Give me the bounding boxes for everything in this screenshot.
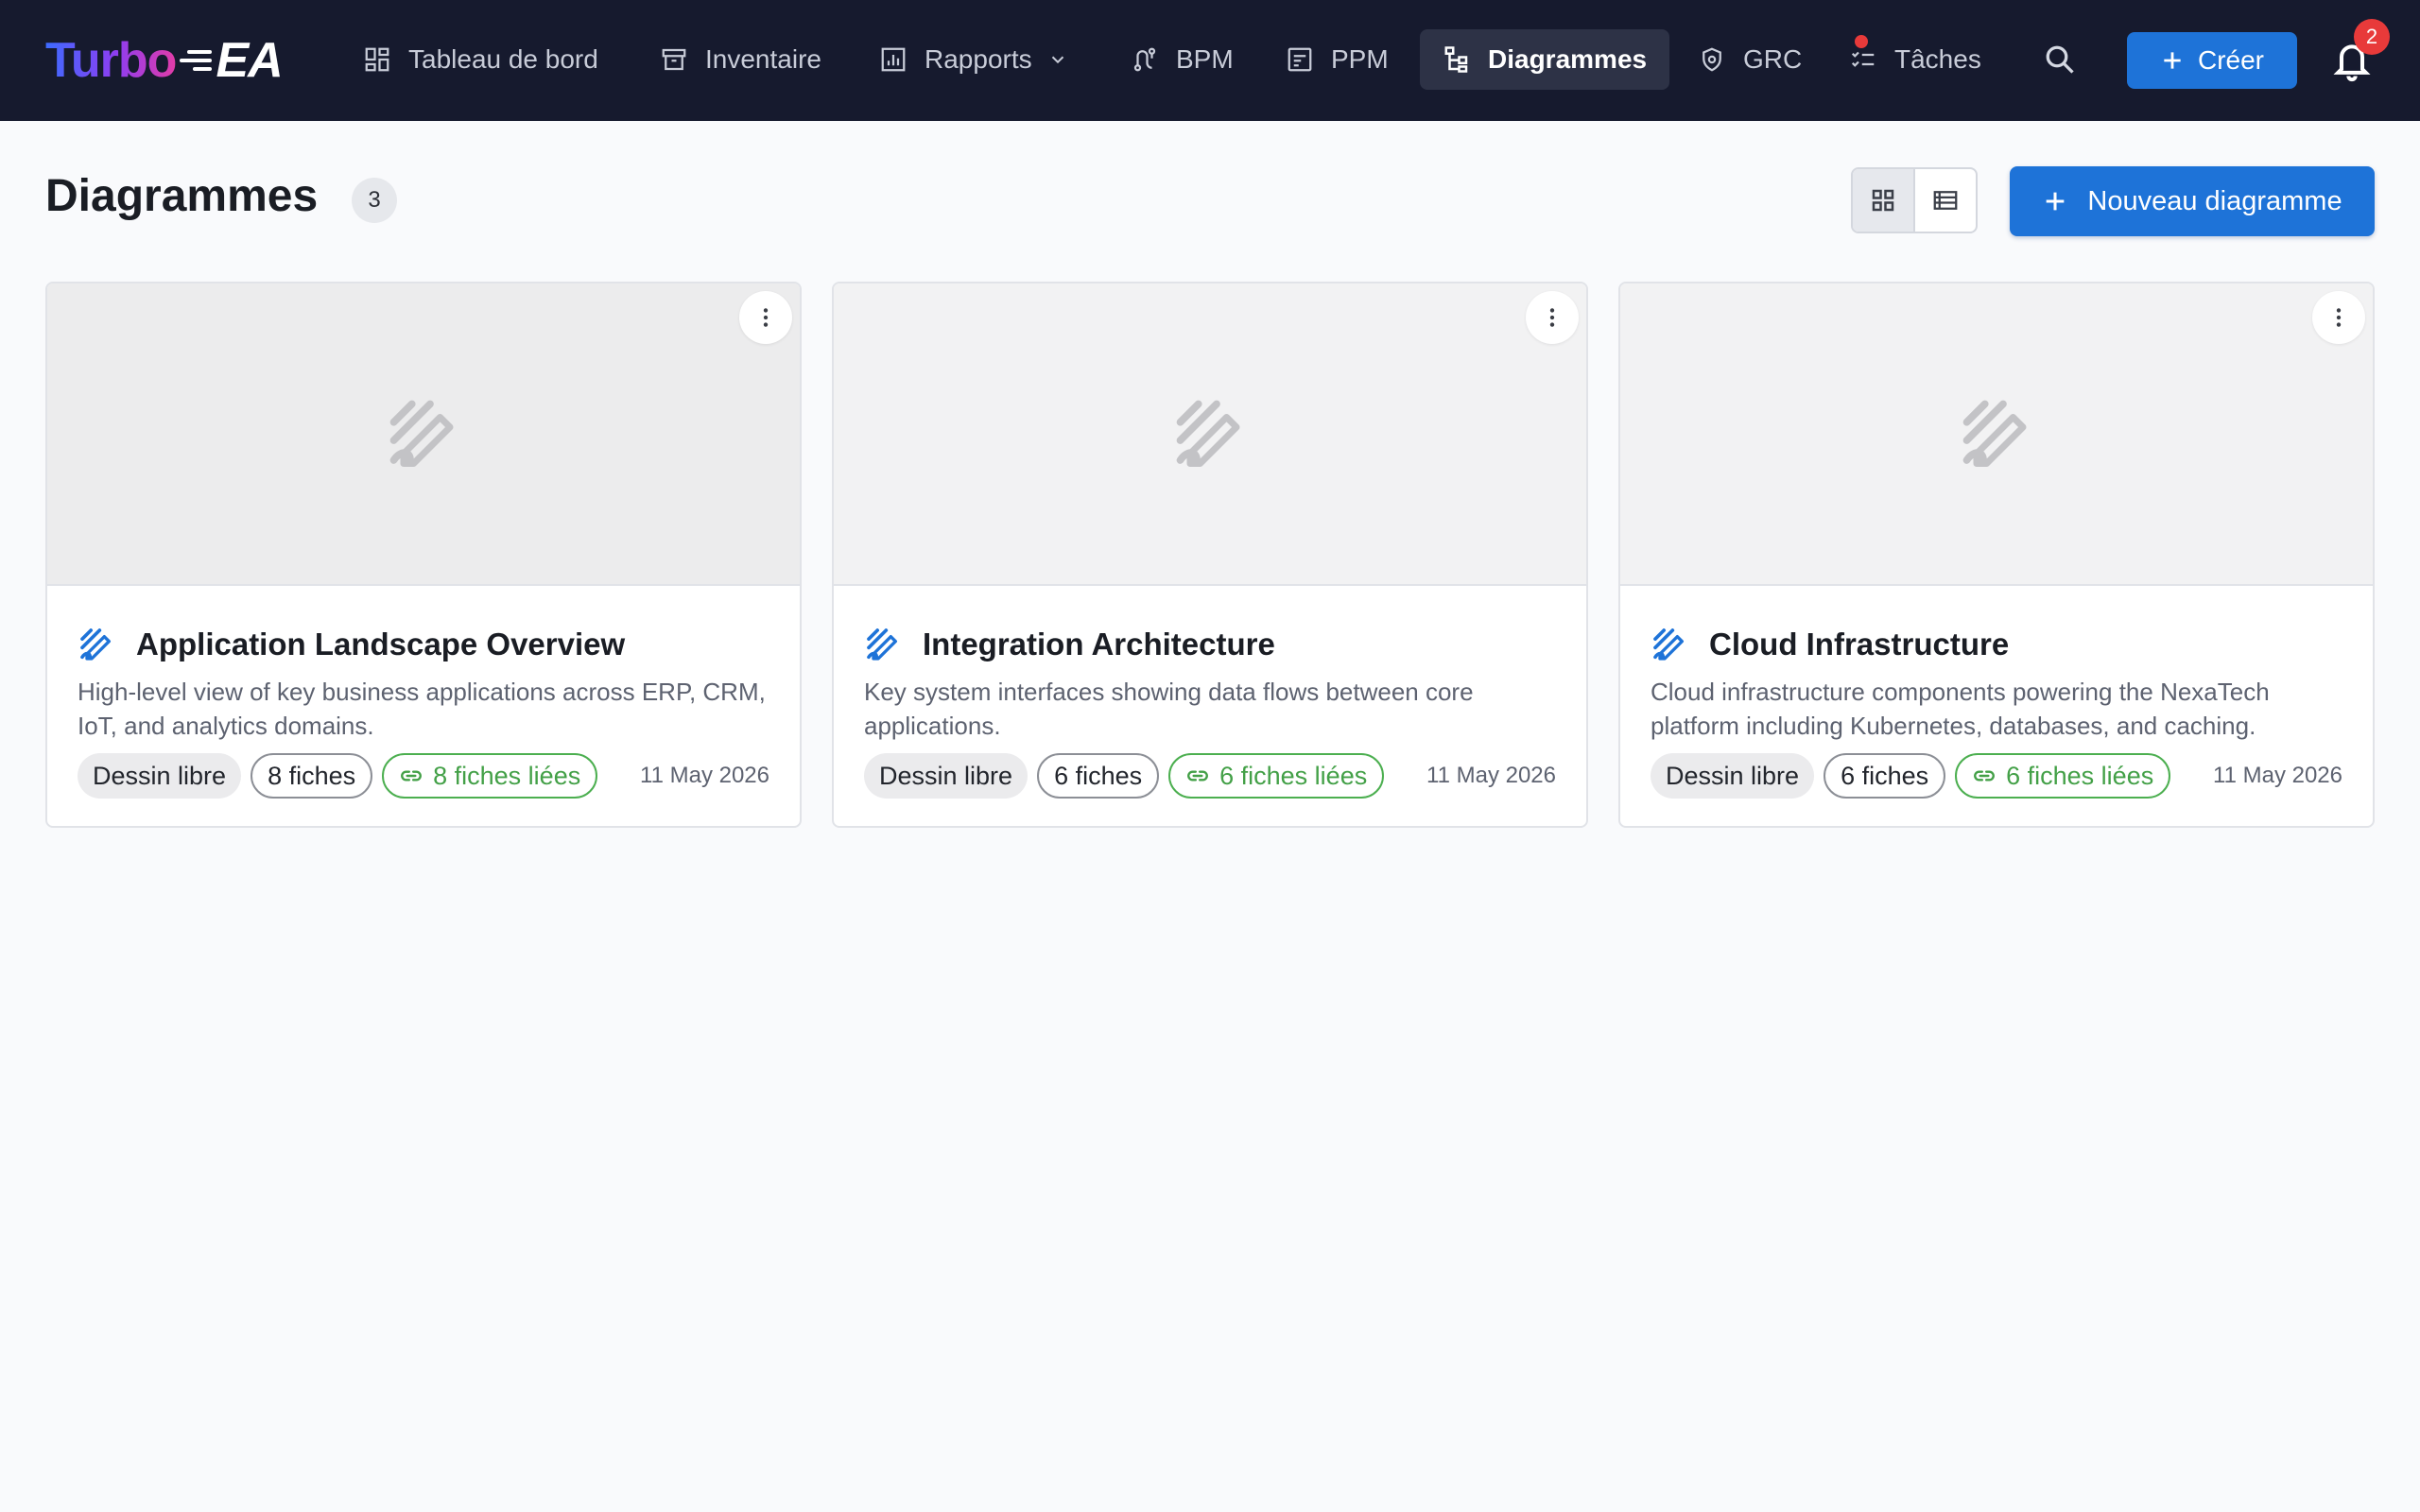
new-diagram-button[interactable]: Nouveau diagramme — [2010, 166, 2375, 236]
task-alert-dot — [1855, 35, 1868, 48]
card-date: 11 May 2026 — [640, 763, 769, 788]
card-description: High-level view of key business applicat… — [78, 678, 766, 740]
card-menu-button[interactable] — [2312, 291, 2365, 344]
freehand-draw-icon — [1170, 394, 1250, 473]
view-mode-toggle — [1851, 167, 1978, 233]
card-title-row: Cloud Infrastructure — [1651, 624, 2342, 665]
card-menu-button[interactable] — [1526, 291, 1579, 344]
freehand-draw-icon — [864, 626, 902, 663]
diagram-card[interactable]: Integration Architecture Key system inte… — [832, 282, 1588, 828]
linked-cards-chip: 6 fiches liées — [1168, 753, 1385, 799]
freehand-draw-icon — [1651, 626, 1688, 663]
nav-item-label: Rapports — [925, 44, 1032, 74]
diagram-card[interactable]: Cloud Infrastructure Cloud infrastructur… — [1618, 282, 2375, 828]
project-icon — [1288, 47, 1312, 72]
list-view-icon — [1933, 191, 1958, 210]
card-title-row: Integration Architecture — [864, 624, 1556, 665]
freehand-draw-icon — [1957, 394, 2036, 473]
diagram-count-badge: 3 — [352, 178, 397, 223]
chevron-down-icon — [1051, 56, 1063, 64]
card-menu-button[interactable] — [739, 291, 792, 344]
nav-item-bpm[interactable]: BPM — [1108, 29, 1256, 90]
diagram-thumbnail[interactable] — [47, 284, 800, 586]
search-icon — [2046, 45, 2074, 74]
nav-item-tasks[interactable]: Tâches — [1826, 29, 2004, 90]
plus-icon — [2047, 192, 2065, 211]
nav-item-reports[interactable]: Rapports — [856, 29, 1091, 90]
card-meta: Dessin libre 6 fiches 6 fiches liées 11 … — [864, 752, 1556, 799]
card-count-chip: 6 fiches — [1037, 753, 1160, 799]
link-icon — [399, 764, 424, 788]
top-navigation-bar: Turbo EA Tableau de bord Inventaire Rapp… — [0, 0, 2420, 121]
page-title: Diagrammes — [45, 171, 319, 221]
card-title[interactable]: Integration Architecture — [923, 627, 1275, 662]
more-vertical-icon — [2336, 308, 2342, 327]
report-chart-icon — [881, 47, 906, 72]
diagram-type-chip: Dessin libre — [78, 753, 242, 799]
create-button-label: Créer — [2197, 45, 2264, 75]
search-button[interactable] — [2038, 38, 2082, 81]
diagram-tree-icon — [1444, 46, 1468, 73]
card-body: Application Landscape Overview High-leve… — [47, 586, 800, 799]
card-date: 11 May 2026 — [2213, 763, 2342, 788]
link-icon — [1185, 764, 1210, 788]
checklist-icon — [1851, 51, 1875, 67]
nav-item-diagrams[interactable]: Diagrammes — [1420, 29, 1670, 90]
nav-item-grc[interactable]: GRC — [1675, 29, 1824, 90]
list-view-button[interactable] — [1913, 169, 1976, 232]
logo-speed-lines — [180, 45, 213, 76]
nav-item-ppm[interactable]: PPM — [1263, 29, 1411, 90]
nav-item-label: Inventaire — [705, 44, 821, 74]
diagram-card[interactable]: Application Landscape Overview High-leve… — [45, 282, 802, 828]
diagram-thumbnail[interactable] — [1620, 284, 2373, 586]
diagram-thumbnail[interactable] — [834, 284, 1586, 586]
logo-suffix-text: EA — [216, 33, 283, 88]
linked-cards-label: 6 fiches liées — [2006, 761, 2154, 790]
linked-cards-chip: 6 fiches liées — [1955, 753, 2171, 799]
card-description: Cloud infrastructure components powering… — [1651, 678, 2270, 740]
diagram-type-chip: Dessin libre — [1651, 753, 1815, 799]
plus-icon — [2164, 52, 2181, 69]
more-vertical-icon — [1549, 308, 1555, 327]
card-meta: Dessin libre 8 fiches 8 fiches liées 11 … — [78, 752, 769, 799]
dashboard-icon — [365, 47, 389, 72]
nav-item-inventory[interactable]: Inventaire — [637, 29, 844, 90]
card-title-row: Application Landscape Overview — [78, 624, 769, 665]
nav-item-label: GRC — [1743, 44, 1803, 74]
shield-icon — [1703, 47, 1721, 72]
card-count-chip: 6 fiches — [1824, 753, 1946, 799]
card-meta: Dessin libre 6 fiches 6 fiches liées 11 … — [1651, 752, 2342, 799]
linked-cards-chip: 8 fiches liées — [382, 753, 598, 799]
card-count-chip: 8 fiches — [251, 753, 373, 799]
create-button[interactable]: Créer — [2127, 32, 2297, 89]
link-icon — [1972, 764, 1996, 788]
logo-main-text: Turbo — [45, 33, 177, 88]
freehand-draw-icon — [78, 626, 115, 663]
grid-view-icon — [1872, 189, 1894, 212]
card-body: Integration Architecture Key system inte… — [834, 586, 1586, 799]
nav-item-label: Tâches — [1894, 44, 1981, 74]
process-route-icon — [1133, 47, 1156, 72]
card-title[interactable]: Cloud Infrastructure — [1709, 627, 2009, 662]
grid-view-button[interactable] — [1853, 169, 1913, 232]
diagram-type-chip: Dessin libre — [864, 753, 1028, 799]
nav-item-label: Tableau de bord — [408, 44, 598, 74]
archive-icon — [662, 48, 686, 71]
card-body: Cloud Infrastructure Cloud infrastructur… — [1620, 586, 2373, 799]
linked-cards-label: 6 fiches liées — [1219, 761, 1368, 790]
card-title[interactable]: Application Landscape Overview — [136, 627, 625, 662]
new-diagram-button-label: Nouveau diagramme — [2087, 185, 2342, 216]
freehand-draw-icon — [384, 394, 463, 473]
notification-count-badge: 2 — [2354, 19, 2390, 55]
card-description: Key system interfaces showing data flows… — [864, 678, 1474, 740]
linked-cards-label: 8 fiches liées — [433, 761, 581, 790]
nav-item-dashboard[interactable]: Tableau de bord — [340, 29, 621, 90]
nav-item-label: PPM — [1331, 44, 1389, 74]
more-vertical-icon — [763, 308, 769, 327]
nav-item-label: BPM — [1176, 44, 1234, 74]
nav-item-label: Diagrammes — [1488, 44, 1648, 74]
turbo-ea-logo[interactable]: Turbo EA — [45, 32, 284, 89]
card-date: 11 May 2026 — [1426, 763, 1556, 788]
